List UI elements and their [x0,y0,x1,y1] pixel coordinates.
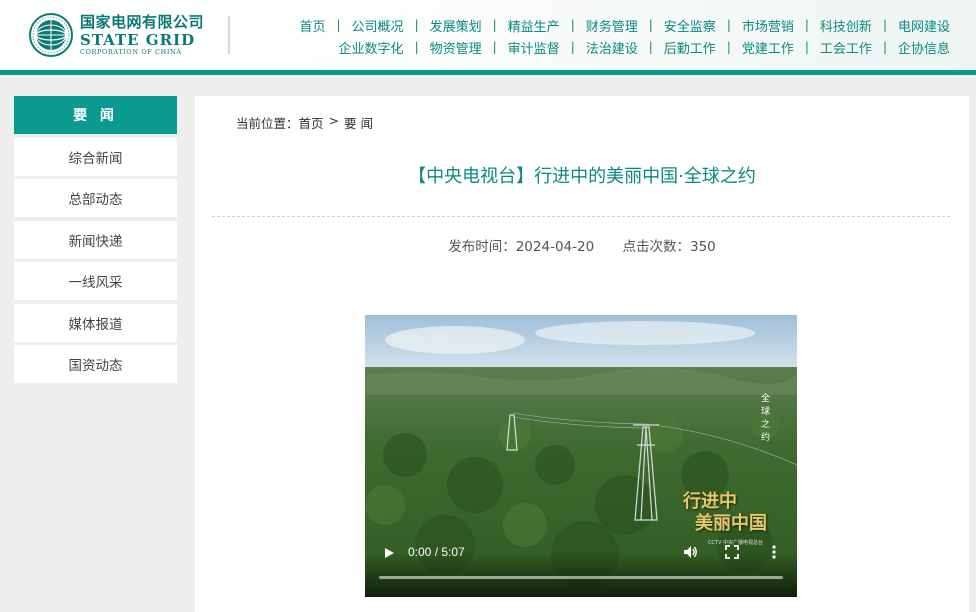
nav-item-row2-3[interactable]: 法治建设 [586,38,638,57]
sidebar-item-2[interactable]: 新闻快递 [14,220,177,259]
article-title: 【中央电视台】行进中的美丽中国·全球之约 [408,166,756,187]
program-logo: 行进中 美丽中国 [683,491,767,535]
nav-item-row1-5[interactable]: 安全监察 [664,16,716,35]
nav-separator: | [570,40,575,54]
nav-item-row1-3[interactable]: 精益生产 [508,16,560,35]
nav-item-row1-6[interactable]: 市场营销 [742,16,794,35]
nav-item-row1-1[interactable]: 公司概况 [352,16,404,35]
header-accent-bar [0,70,976,75]
nav-separator: | [492,18,497,32]
view-count: 点击次数：350 [622,239,716,255]
nav-separator: | [804,40,809,54]
sidebar-item-1[interactable]: 总部动态 [14,179,177,217]
brand-name-cn: 国家电网有限公司 [80,12,205,31]
nav-separator: | [336,18,341,32]
breadcrumb-label: 当前位置： [236,116,299,131]
sidebar-item-5[interactable]: 国资动态 [14,345,177,383]
nav-separator: | [570,18,575,32]
nav-separator: | [648,18,653,32]
nav-separator: | [726,18,731,32]
main-nav: 首页 | 公司概况 | 发展策划 | 精益生产 | 财务管理 | 安全监察 | 市场营销 | 科技创新 | 电网… [250,14,950,58]
sidebar: 要 闻 综合新闻 总部动态 新闻快递 一线风采 媒体报道 国资动态 [14,96,177,383]
nav-item-row1-2[interactable]: 发展策划 [430,16,482,35]
play-icon[interactable] [383,547,395,559]
nav-separator: | [882,40,887,54]
fullscreen-icon[interactable] [723,543,741,561]
state-grid-globe-icon [29,13,73,57]
video-time: 0:00 / 5:07 [408,545,465,559]
nav-item-row2-7[interactable]: 企协信息 [898,38,950,57]
site-header: 国家电网有限公司 STATE GRID CORPORATION OF CHINA… [0,0,976,72]
sidebar-item-3[interactable]: 一线风采 [14,262,177,300]
video-player[interactable]: 长风协奏 | 行进 全球之约 行进中 美丽中国 CCTV 中央广播电视总台 0:… [365,315,797,597]
brand-name-sub: CORPORATION OF CHINA [80,47,182,56]
nav-separator: | [648,40,653,54]
nav-row-2: 企业数字化 | 物资管理 | 审计监督 | 法治建设 | 后勤工作 | 党建工作 | 工会工作 | 企协信息 [250,36,950,58]
nav-row-1: 首页 | 公司概况 | 发展策划 | 精益生产 | 财务管理 | 安全监察 | 市场营销 | 科技创新 | 电网… [250,14,950,36]
article-panel: 当前位置： 首页 > 要 闻 【中央电视台】行进中的美丽中国·全球之约 发布时间… [195,96,969,612]
nav-item-row2-5[interactable]: 党建工作 [742,38,794,57]
publish-date: 发布时间：2024-04-20 [448,239,595,255]
nav-item-row2-6[interactable]: 工会工作 [820,38,872,57]
sidebar-item-0[interactable]: 综合新闻 [14,137,177,176]
nav-item-row2-1[interactable]: 物资管理 [430,38,482,57]
article-meta: 发布时间：2024-04-20 点击次数：350 [195,235,969,255]
nav-separator: | [882,18,887,32]
nav-item-row1-7[interactable]: 科技创新 [820,16,872,35]
nav-item-row2-0[interactable]: 企业数字化 [339,38,404,57]
volume-icon[interactable] [681,543,699,561]
breadcrumb-separator: > [328,113,340,128]
sidebar-item-4[interactable]: 媒体报道 [14,303,177,342]
nav-item-row2-2[interactable]: 审计监督 [508,38,560,57]
nav-separator: | [804,18,809,32]
state-grid-logo[interactable]: 国家电网有限公司 STATE GRID CORPORATION OF CHINA [28,10,218,60]
video-progress-bar[interactable] [379,576,783,579]
program-logo-line1: 行进中 [683,491,737,512]
nav-item-row2-4[interactable]: 后勤工作 [664,38,716,57]
nav-item-row1-4[interactable]: 财务管理 [586,16,638,35]
title-divider [212,216,950,217]
program-logo-line2: 美丽中国 [695,513,767,534]
breadcrumb: 当前位置： 首页 > 要 闻 [236,113,373,132]
nav-item-row1-0[interactable]: 首页 [299,16,325,35]
nav-separator: | [414,18,419,32]
video-vertical-caption: 全球之约 [761,394,771,443]
nav-item-row1-8[interactable]: 电网建设 [898,16,950,35]
brand-name-en: STATE GRID [80,30,196,49]
breadcrumb-current-link[interactable]: 要 闻 [344,113,373,132]
sidebar-heading: 要 闻 [14,96,177,134]
nav-separator: | [492,40,497,54]
nav-separator: | [726,40,731,54]
video-channel-chip: 长风协奏 | 行进 [391,334,447,343]
nav-separator: | [414,40,419,54]
more-options-icon[interactable] [765,543,783,561]
breadcrumb-home-link[interactable]: 首页 [299,113,324,132]
header-divider [228,16,230,54]
